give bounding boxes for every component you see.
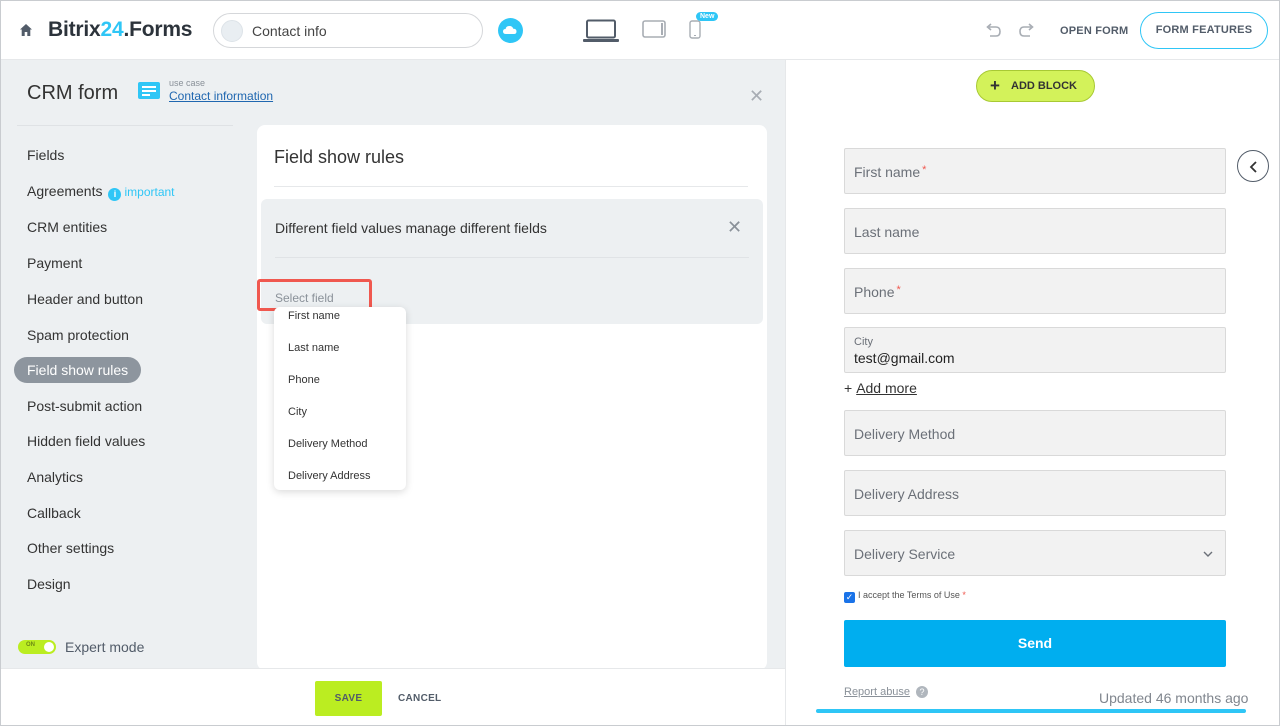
phone-field[interactable]: Phone *	[844, 268, 1226, 314]
updated-timestamp: Updated 46 months ago	[1099, 690, 1249, 706]
form-thumbnail-icon	[221, 20, 243, 42]
dropdown-option-phone[interactable]: Phone	[288, 374, 320, 386]
sidebar-item-field-show-rules[interactable]: Field show rules	[14, 357, 142, 383]
sidebar-item-analytics[interactable]: Analytics	[14, 464, 96, 490]
form-name-field[interactable]: Contact info	[213, 13, 483, 48]
brand-logo: Bitrix24.Forms	[48, 18, 193, 41]
usecase-link[interactable]: Contact information	[169, 89, 273, 103]
plus-icon: +	[990, 76, 1000, 95]
form-preview: + ADD BLOCK First name * Last name Phone *…	[785, 60, 1279, 725]
open-form-button[interactable]: OPEN FORM	[1060, 25, 1128, 37]
sidebar-item-header-and-button[interactable]: Header and button	[14, 286, 156, 312]
sidebar-item-hidden-field-values[interactable]: Hidden field values	[14, 428, 158, 454]
last-name-field[interactable]: Last name	[844, 208, 1226, 254]
save-button[interactable]: SAVE	[315, 681, 382, 716]
first-name-field[interactable]: First name *	[844, 148, 1226, 194]
mobile-view-icon[interactable]	[689, 20, 701, 39]
dropdown-option-last-name[interactable]: Last name	[288, 342, 339, 354]
sidebar-item-crm-entities[interactable]: CRM entities	[14, 214, 120, 240]
sidebar-item-agreements[interactable]: Agreements i important	[14, 178, 188, 204]
app-window: Bitrix24.Forms Contact info New OPEN FOR…	[0, 0, 1280, 726]
divider	[274, 186, 748, 187]
usecase-label: use case	[169, 78, 206, 88]
tablet-view-icon[interactable]	[642, 20, 666, 38]
toggle-knob	[44, 642, 54, 652]
info-icon: i	[108, 188, 122, 201]
terms-checkbox[interactable]: ✓ I accept the Terms of Use *	[844, 590, 966, 603]
home-icon[interactable]	[19, 23, 33, 37]
divider	[275, 257, 749, 258]
delivery-method-field[interactable]: Delivery Method	[844, 410, 1226, 456]
delivery-service-select[interactable]: Delivery Service	[844, 530, 1226, 576]
sidebar-item-spam-protection[interactable]: Spam protection	[14, 322, 142, 348]
important-badge: i important	[108, 179, 175, 205]
delivery-address-field[interactable]: Delivery Address	[844, 470, 1226, 516]
redo-icon[interactable]	[1019, 23, 1035, 37]
add-block-button[interactable]: + ADD BLOCK	[976, 70, 1095, 102]
new-badge: New	[696, 12, 719, 21]
close-icon[interactable]: ✕	[749, 86, 764, 107]
help-icon[interactable]: ?	[916, 686, 928, 698]
desktop-view-icon[interactable]	[583, 19, 619, 43]
field-dropdown-menu: First name Last name Phone City Delivery…	[274, 307, 406, 490]
bottom-action-bar: SAVE CANCEL	[1, 668, 785, 725]
dropdown-option-city[interactable]: City	[288, 406, 307, 418]
sidebar-item-callback[interactable]: Callback	[14, 500, 94, 526]
dropdown-option-delivery-address[interactable]: Delivery Address	[288, 470, 371, 482]
add-more-link[interactable]: + Add more	[844, 380, 917, 396]
undo-icon[interactable]	[985, 23, 1001, 37]
rule-title: Different field values manage different …	[275, 220, 547, 236]
sidebar-item-post-submit-action[interactable]: Post-submit action	[14, 393, 155, 419]
card-title: Field show rules	[274, 147, 405, 167]
form-name-text: Contact info	[252, 23, 327, 39]
collapse-panel-button[interactable]	[1237, 150, 1269, 182]
sidebar-item-fields[interactable]: Fields	[14, 142, 77, 168]
close-icon[interactable]: ✕	[727, 217, 742, 238]
dropdown-option-delivery-method[interactable]: Delivery Method	[288, 438, 367, 450]
plus-icon: +	[844, 380, 853, 396]
checkbox-checked-icon[interactable]: ✓	[844, 592, 855, 603]
cloud-icon[interactable]	[498, 18, 523, 43]
report-abuse-link[interactable]: Report abuse	[844, 686, 910, 698]
sidebar-item-payment[interactable]: Payment	[14, 250, 95, 276]
city-field[interactable]: City test@gmail.com	[844, 327, 1226, 373]
preview-bottom-bar	[816, 709, 1246, 713]
expert-mode-label: Expert mode	[65, 639, 145, 655]
expert-mode-toggle[interactable]: ON	[18, 640, 56, 654]
cancel-button[interactable]: CANCEL	[398, 693, 441, 704]
sidebar-item-other-settings[interactable]: Other settings	[14, 535, 127, 561]
send-button[interactable]: Send	[844, 620, 1226, 667]
dropdown-option-first-name[interactable]: First name	[288, 310, 340, 322]
divider	[17, 125, 233, 126]
chevron-down-icon	[1203, 551, 1213, 557]
sidebar-item-design[interactable]: Design	[14, 571, 84, 597]
chevron-left-icon	[1249, 161, 1257, 173]
top-bar: Bitrix24.Forms Contact info New OPEN FOR…	[1, 1, 1279, 60]
panel-title: CRM form	[27, 82, 119, 104]
document-icon	[138, 82, 160, 99]
form-features-button[interactable]: FORM FEATURES	[1140, 12, 1268, 49]
